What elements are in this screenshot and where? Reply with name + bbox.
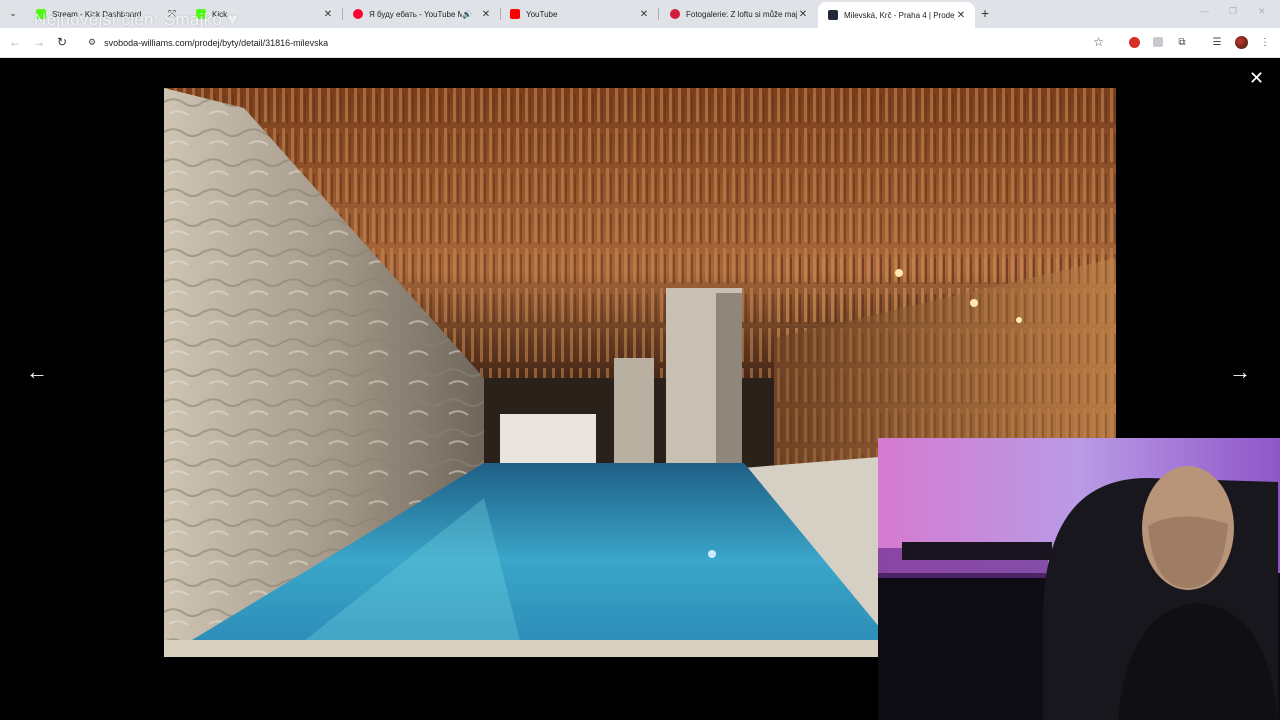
new-tab-button[interactable]: +	[981, 5, 989, 21]
close-icon[interactable]: ✕	[322, 9, 334, 20]
maximize-icon[interactable]: ❐	[1229, 6, 1237, 17]
tab-title: Milevská, Krč - Praha 4 | Prodej	[844, 10, 955, 20]
address-bar[interactable]: ⚙ svoboda-williams.com/prodej/byty/detai…	[78, 31, 1118, 54]
tab-fotogalerie[interactable]: Fotogalerie: Z loftu si může majitel ✕	[660, 2, 817, 26]
news-favicon-icon	[670, 9, 680, 19]
arrow-right-icon[interactable]: →	[1229, 360, 1251, 384]
tab-kick-dashboard[interactable]: Stream - Kick Dashboard ⤧	[26, 2, 186, 26]
close-icon[interactable]: ✕	[955, 10, 967, 21]
close-icon[interactable]: ✕	[1249, 68, 1264, 88]
media-controls-icon[interactable]: ☰	[1210, 35, 1224, 49]
tab-youtube-music[interactable]: Я буду ебать - YouTube Music 🔊 ✕	[343, 2, 500, 26]
back-icon[interactable]: ←	[9, 35, 21, 49]
chevron-down-icon: ⌄	[9, 7, 17, 18]
svoboda-williams-favicon-icon	[828, 10, 838, 20]
arrow-left-icon[interactable]: ←	[26, 360, 48, 384]
close-icon[interactable]: ✕	[480, 9, 492, 20]
tab-title: YouTube	[526, 9, 558, 19]
webcam-feed	[878, 438, 1280, 720]
tab-strip: ⌄ Stream - Kick Dashboard ⤧ Kick ✕ Я буд…	[0, 0, 1280, 29]
bookmark-star-icon[interactable]: ☆	[1093, 35, 1104, 49]
webcam-overlay	[878, 438, 1280, 720]
tab-kick[interactable]: Kick ✕	[186, 2, 342, 26]
photo-gallery-lightbox: ✕ ← →	[0, 58, 1280, 720]
tab-search-button[interactable]: ⌄	[5, 5, 21, 21]
tab-title: Fotogalerie: Z loftu si může majitel	[686, 9, 797, 19]
profile-avatar[interactable]	[1234, 35, 1248, 49]
tab-title: Kick	[212, 9, 228, 19]
minimize-icon[interactable]: —	[1200, 6, 1209, 16]
speaker-icon[interactable]: 🔊	[462, 10, 472, 19]
menu-kebab-icon[interactable]: ⋮	[1258, 35, 1272, 49]
tab-milevska-active[interactable]: Milevská, Krč - Praha 4 | Prodej ✕	[818, 2, 975, 28]
youtube-music-favicon-icon	[353, 9, 363, 19]
youtube-favicon-icon	[510, 9, 520, 19]
tab-youtube[interactable]: YouTube ✕	[500, 2, 658, 26]
extensions-puzzle-icon[interactable]: ⧉	[1175, 35, 1189, 49]
reload-icon[interactable]: ↻	[57, 35, 67, 49]
site-info-icon[interactable]: ⚙	[88, 37, 96, 48]
browser-toolbar: ← → ↻ ⚙ svoboda-williams.com/prodej/byty…	[0, 28, 1280, 58]
window-close-icon[interactable]: ✕	[1258, 6, 1266, 17]
extension-red-icon[interactable]	[1127, 35, 1141, 49]
tab-separator	[658, 8, 659, 20]
kick-favicon-icon	[196, 9, 206, 19]
extension-gray-icon[interactable]	[1151, 35, 1165, 49]
close-icon[interactable]: ✕	[797, 9, 809, 20]
tab-title: Stream - Kick Dashboard	[52, 9, 142, 19]
pin-icon[interactable]: ⤧	[166, 9, 178, 20]
close-icon[interactable]: ✕	[638, 9, 650, 20]
url-text: svoboda-williams.com/prodej/byty/detail/…	[104, 37, 329, 48]
kick-favicon-icon	[36, 9, 46, 19]
forward-icon[interactable]: →	[33, 35, 45, 49]
tab-title: Я буду ебать - YouTube Music	[369, 9, 463, 19]
